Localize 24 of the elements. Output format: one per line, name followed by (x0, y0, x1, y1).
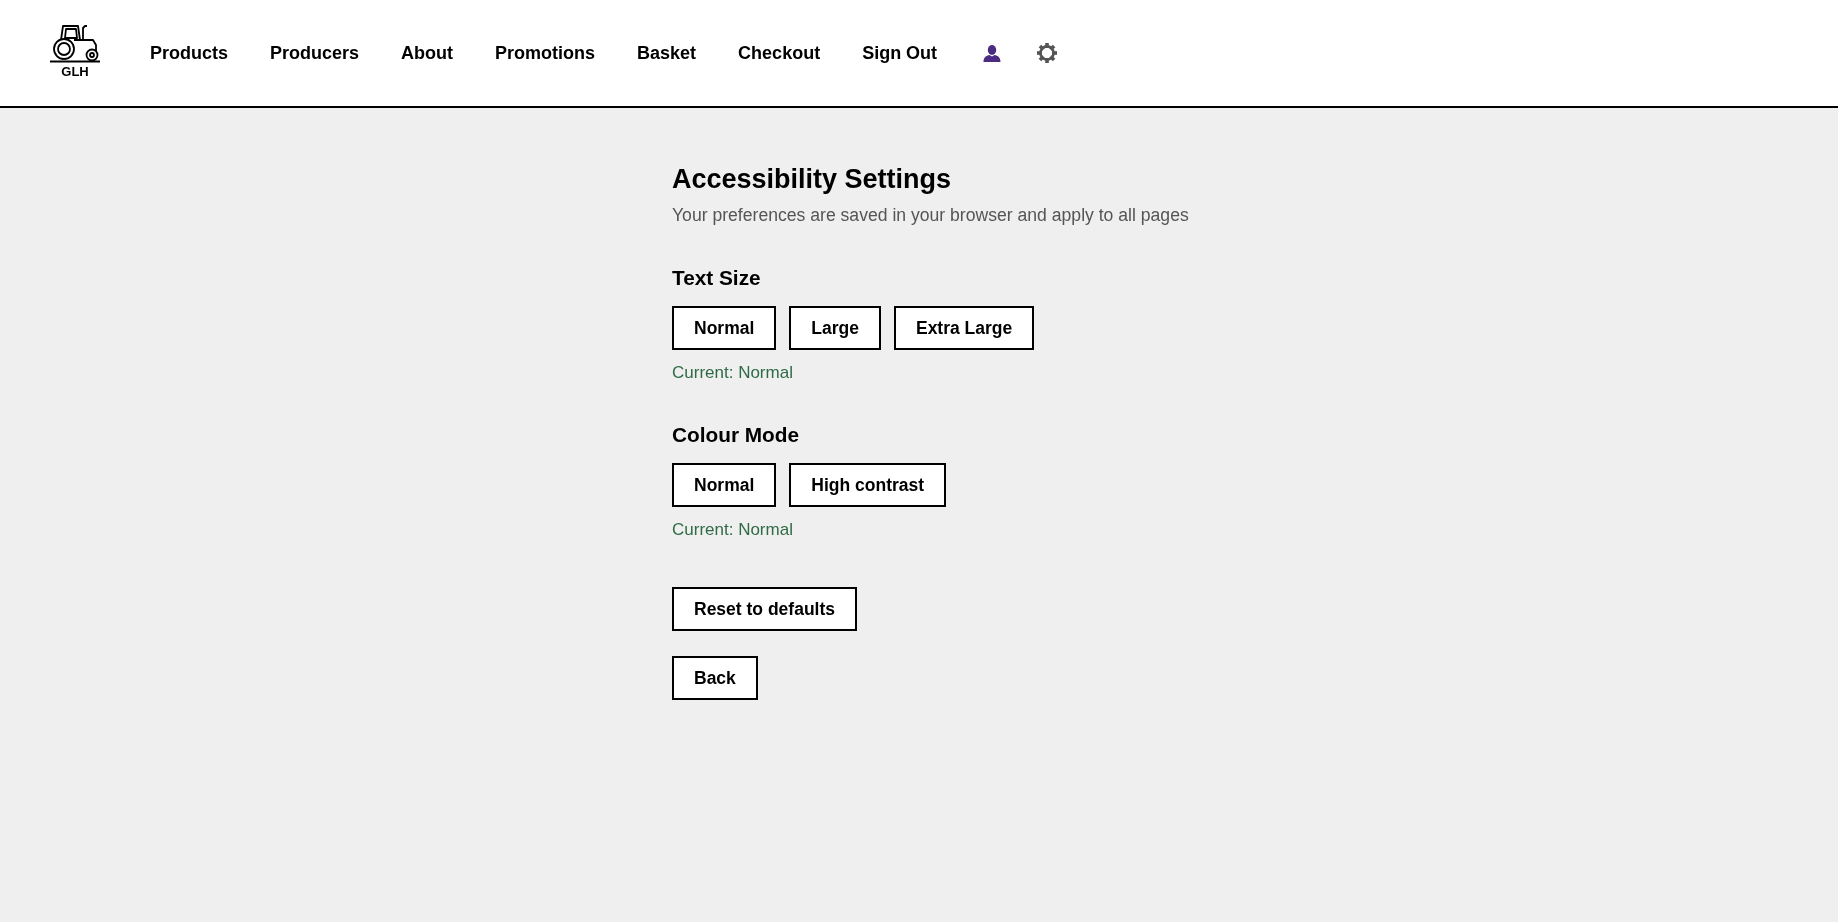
page-title: Accessibility Settings (672, 163, 953, 195)
option-button[interactable]: Extra Large (893, 306, 1035, 350)
nav-link[interactable]: Checkout (738, 41, 821, 65)
current-value-text: Current: Normal (672, 362, 794, 384)
option-button[interactable]: Normal (672, 463, 777, 507)
nav-link[interactable]: Sign Out (862, 41, 938, 65)
nav-link[interactable]: About (401, 41, 454, 65)
user-icon[interactable] (983, 44, 1002, 62)
current-value-text: Current: Normal (672, 519, 794, 541)
page-subtitle: Your preferences are saved in your browser and apply to all pages (672, 204, 1190, 227)
section-heading: Text Size (672, 265, 762, 291)
option-button[interactable]: High contrast (789, 463, 947, 507)
logo-text: GLH (61, 65, 89, 78)
section-heading: Colour Mode (672, 422, 801, 448)
reset-button[interactable]: Reset to defaults (672, 587, 857, 631)
tractor-icon (49, 24, 101, 63)
option-button[interactable]: Large (789, 306, 881, 350)
nav-link[interactable]: Products (150, 41, 228, 65)
back-button[interactable]: Back (672, 656, 758, 700)
settings-icon[interactable] (1037, 43, 1058, 63)
option-button[interactable]: Normal (672, 306, 777, 350)
nav-link[interactable]: Producers (270, 41, 360, 65)
nav-link[interactable]: Promotions (495, 41, 596, 65)
nav-link[interactable]: Basket (637, 41, 697, 65)
